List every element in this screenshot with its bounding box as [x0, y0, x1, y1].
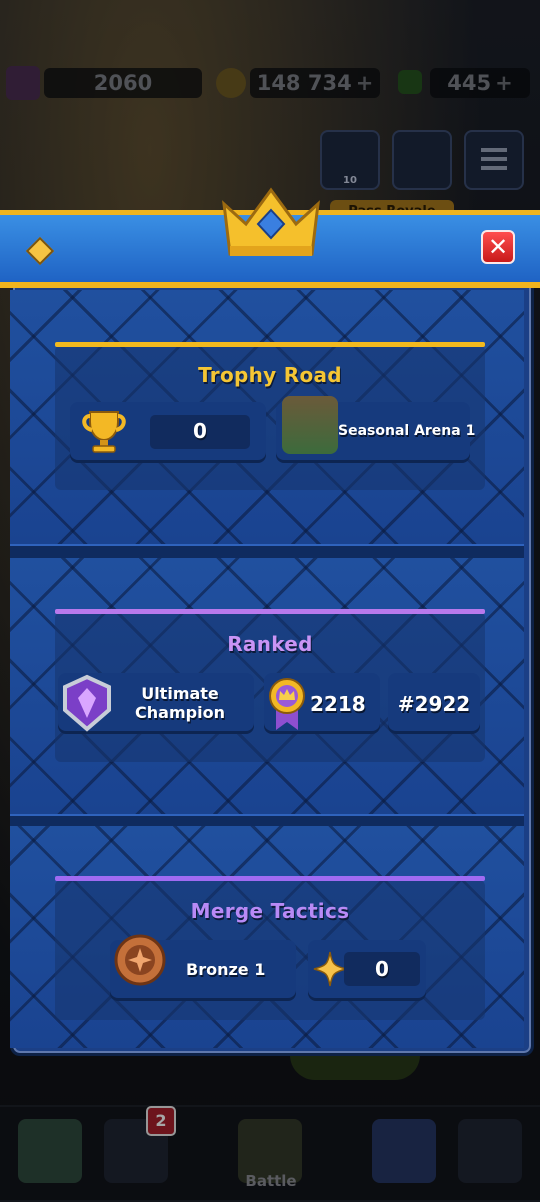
ranked-title: Ranked — [227, 632, 313, 656]
trophy-road-line — [55, 342, 485, 347]
ranked-medal-icon — [269, 678, 305, 730]
ranked-line — [55, 609, 485, 614]
seasonal-arena-icon — [282, 396, 338, 454]
close-button[interactable]: ✕ — [481, 230, 515, 264]
ranked-position-value: #2922 — [397, 692, 471, 716]
merge-tactics-league-name: Bronze 1 — [186, 960, 266, 979]
sparkle-star-icon — [313, 951, 347, 987]
arena-name: Seasonal Arena 1 — [338, 423, 476, 439]
merge-tactics-points-value: 0 — [375, 957, 389, 981]
close-icon: ✕ — [487, 233, 509, 261]
ranked-league-name: Ultimate Champion — [135, 684, 225, 722]
trophy-road-trophy-value: 0 — [193, 419, 207, 443]
bronze-league-icon — [114, 934, 166, 986]
section-divider-1 — [10, 544, 524, 558]
merge-tactics-title: Merge Tactics — [190, 899, 350, 923]
trophy-icon — [82, 411, 126, 453]
merge-tactics-line — [55, 876, 485, 881]
ultimate-champion-icon — [63, 674, 111, 732]
ranked-rating-value: 2218 — [310, 692, 366, 716]
trophy-road-title: Trophy Road — [198, 363, 342, 387]
gold-diamond-icon — [25, 236, 55, 266]
crown-icon — [222, 187, 320, 256]
